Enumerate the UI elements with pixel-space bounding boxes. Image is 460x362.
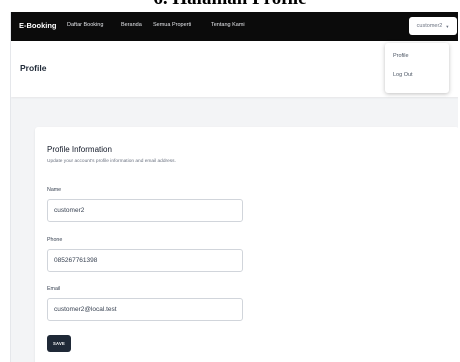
top-navbar: E-Booking Daftar Booking Beranda Semua P… bbox=[11, 12, 458, 41]
document-caption: 6. Halaman Profile bbox=[0, 0, 460, 12]
caption-text: 6. Halaman Profile bbox=[0, 0, 460, 10]
user-dropdown-menu: Profile Log Out bbox=[385, 43, 449, 93]
name-input[interactable] bbox=[47, 199, 243, 222]
dropdown-item-logout[interactable]: Log Out bbox=[393, 72, 413, 78]
save-button[interactable]: SAVE bbox=[47, 335, 71, 352]
profile-information-card: Profile Information Update your account'… bbox=[35, 127, 458, 362]
card-title: Profile Information bbox=[47, 145, 112, 154]
phone-input[interactable] bbox=[47, 249, 243, 272]
user-menu-label: customer2 bbox=[416, 23, 443, 29]
page-title: Profile bbox=[20, 63, 47, 73]
email-label: Email bbox=[47, 286, 61, 292]
user-menu-button[interactable]: customer2 ▼ bbox=[409, 17, 457, 35]
app-window: E-Booking Daftar Booking Beranda Semua P… bbox=[10, 12, 458, 362]
name-label: Name bbox=[47, 187, 62, 193]
email-input[interactable] bbox=[47, 298, 243, 321]
nav-link-daftar-booking[interactable]: Daftar Booking bbox=[67, 22, 103, 28]
card-description: Update your account's profile informatio… bbox=[47, 159, 176, 164]
dropdown-item-profile[interactable]: Profile bbox=[393, 53, 409, 59]
chevron-down-icon: ▼ bbox=[445, 23, 450, 29]
phone-label: Phone bbox=[47, 237, 63, 243]
nav-link-tentang-kami[interactable]: Tentang Kami bbox=[211, 22, 245, 28]
nav-link-semua-properti[interactable]: Semua Properti bbox=[153, 22, 191, 28]
nav-link-beranda[interactable]: Beranda bbox=[121, 22, 142, 28]
brand-link[interactable]: E-Booking bbox=[19, 21, 57, 30]
